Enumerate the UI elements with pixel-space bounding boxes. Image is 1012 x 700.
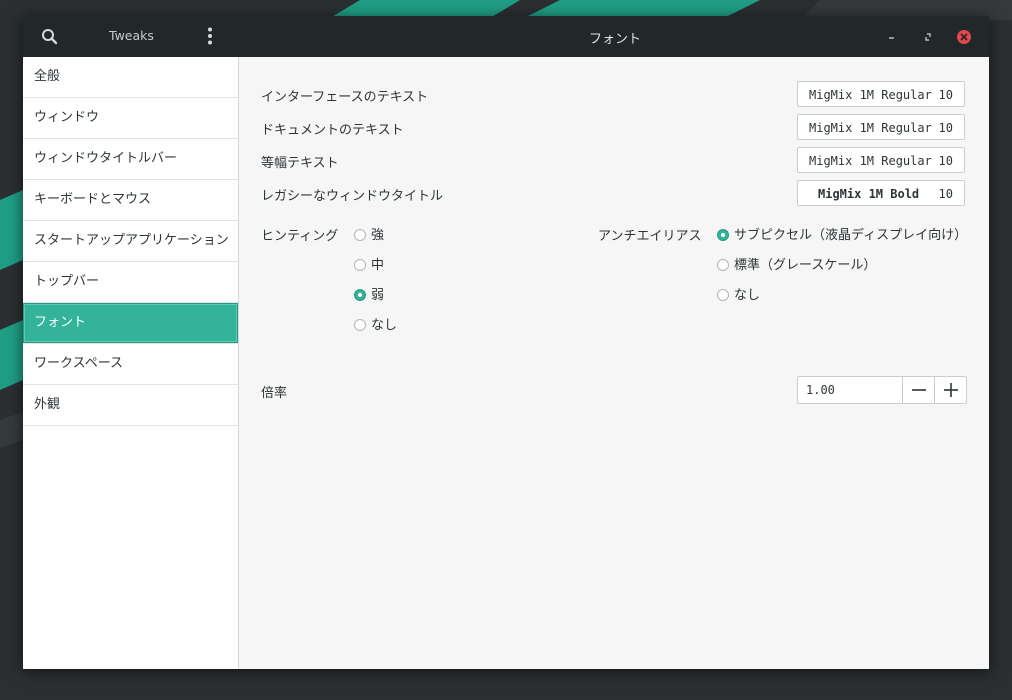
decrement-button[interactable]	[902, 377, 934, 403]
headerbar: Tweaks フォント	[23, 16, 989, 57]
interface-text-label: インターフェースのテキスト	[261, 90, 429, 105]
font-name: MigMix 1M Regular	[809, 121, 932, 135]
radio-label: サブピクセル（液晶ディスプレイ向け）	[734, 228, 968, 243]
tweaks-window: Tweaks フォント 全般 ウィンドウ ウィンドウタイトルバー キーボードとマ…	[23, 16, 989, 669]
hinting-label: ヒンティング	[261, 229, 339, 244]
radio-label: なし	[734, 288, 761, 303]
sidebar-item-keyboard-mouse[interactable]: キーボードとマウス	[23, 180, 238, 221]
radio-label: 弱	[371, 288, 385, 303]
radio-label: 中	[371, 258, 385, 273]
scaling-factor-spinbutton[interactable]	[797, 376, 967, 404]
font-name: MigMix 1M Regular	[809, 88, 932, 102]
antialiasing-label: アンチエイリアス	[598, 229, 702, 244]
increment-button[interactable]	[934, 377, 966, 403]
sidebar-item-top-bar[interactable]: トップバー	[23, 262, 238, 303]
plus-icon	[944, 383, 958, 397]
sidebar-item-startup-applications[interactable]: スタートアップアプリケーション	[23, 221, 238, 262]
radio-indicator	[354, 289, 366, 301]
radio-indicator	[717, 229, 729, 241]
sidebar-item-window-titlebars[interactable]: ウィンドウタイトルバー	[23, 139, 238, 180]
radio-label: なし	[371, 318, 398, 333]
minimize-icon[interactable]	[883, 28, 901, 46]
search-icon[interactable]	[40, 27, 60, 47]
sidebar-item-general[interactable]: 全般	[23, 57, 238, 98]
interface-font-button[interactable]: MigMix 1M Regular 10	[797, 81, 965, 107]
font-size: 10	[938, 154, 953, 168]
radio-label: 強	[371, 228, 385, 243]
sidebar: 全般 ウィンドウ ウィンドウタイトルバー キーボードとマウス スタートアップアプ…	[23, 57, 239, 669]
vertical-dots-icon[interactable]	[204, 26, 216, 48]
document-text-label: ドキュメントのテキスト	[261, 123, 404, 138]
sidebar-item-appearance[interactable]: 外観	[23, 385, 238, 426]
radio-label: 標準（グレースケール）	[734, 258, 877, 273]
sidebar-item-fonts[interactable]: フォント	[23, 303, 238, 344]
font-size: 10	[938, 187, 953, 201]
scaling-factor-input[interactable]	[798, 377, 902, 403]
fonts-panel: インターフェースのテキスト MigMix 1M Regular 10 ドキュメン…	[239, 57, 989, 669]
close-icon[interactable]	[955, 28, 973, 46]
document-font-button[interactable]: MigMix 1M Regular 10	[797, 114, 965, 140]
legacy-window-title-label: レガシーなウィンドウタイトル	[261, 189, 444, 204]
font-name: MigMix 1M Regular	[809, 154, 932, 168]
monospace-font-button[interactable]: MigMix 1M Regular 10	[797, 147, 965, 173]
monospace-text-label: 等幅テキスト	[261, 156, 339, 171]
radio-indicator	[354, 229, 366, 241]
app-name: Tweaks	[109, 28, 154, 43]
radio-indicator	[717, 259, 729, 271]
radio-indicator	[717, 289, 729, 301]
maximize-icon[interactable]	[919, 28, 937, 46]
sidebar-item-workspaces[interactable]: ワークスペース	[23, 344, 238, 385]
font-name: MigMix 1M Bold	[818, 187, 920, 201]
font-size: 10	[938, 88, 953, 102]
legacy-title-font-button[interactable]: MigMix 1M Bold 10	[797, 180, 965, 206]
sidebar-item-windows[interactable]: ウィンドウ	[23, 98, 238, 139]
font-size: 10	[938, 121, 953, 135]
window-title: フォント	[589, 32, 642, 47]
radio-indicator	[354, 319, 366, 331]
scaling-factor-label: 倍率	[261, 386, 288, 401]
minus-icon	[912, 389, 926, 391]
radio-indicator	[354, 259, 366, 271]
